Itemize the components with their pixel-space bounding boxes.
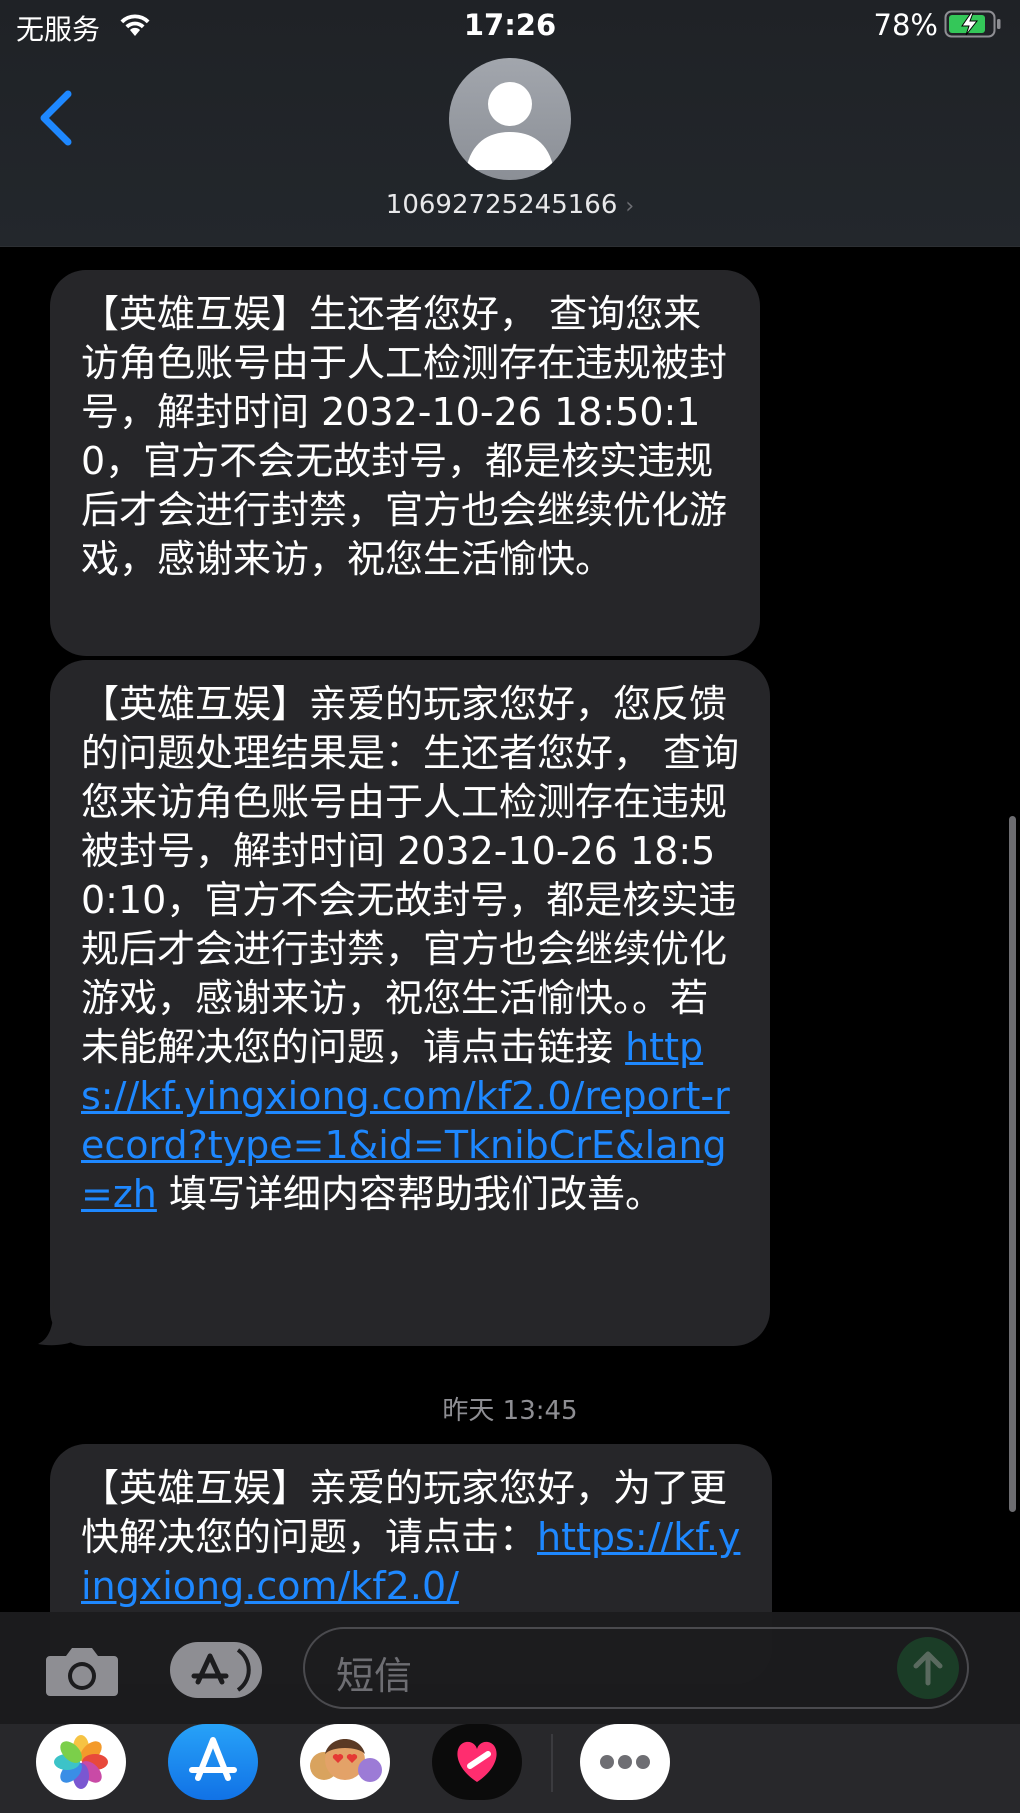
digital-touch-icon (457, 1741, 497, 1782)
message-bubble[interactable]: 【英雄互娱】亲爱的玩家您好，您反馈的问题处理结果是：生还者您好， 查询您来访角色… (50, 660, 770, 1346)
message-input[interactable]: 短信 (303, 1627, 969, 1709)
clock: 17:26 (463, 8, 557, 42)
message-text: 【英雄互娱】生还者您好， 查询您来访角色账号由于人工检测存在违规被封号，解封时间… (81, 292, 728, 581)
send-arrow-icon (913, 1651, 943, 1686)
memoji-app-button[interactable] (300, 1724, 390, 1800)
battery-percentage: 78% (873, 8, 938, 42)
app-drawer (0, 1724, 1020, 1813)
contact-details-button[interactable]: 10692725245166 › (0, 190, 1020, 220)
photos-app-button[interactable] (36, 1724, 126, 1800)
message-text: 【英雄互娱】亲爱的玩家您好，您反馈的问题处理结果是：生还者您好， 查询您来访角色… (81, 682, 740, 1069)
scroll-indicator[interactable] (1009, 816, 1016, 1512)
app-store-icon (189, 1737, 237, 1781)
send-button[interactable] (897, 1637, 959, 1699)
message-timestamp: 昨天 13:45 (442, 1396, 578, 1426)
status-bar: 无服务 17:26 78% (0, 0, 1020, 52)
back-chevron-icon[interactable] (34, 88, 80, 148)
battery-charging-icon (944, 10, 1001, 38)
contact-avatar[interactable] (449, 58, 571, 180)
message-placeholder: 短信 (336, 1654, 413, 1698)
more-icon (600, 1755, 650, 1769)
message-text: 填写详细内容帮助我们改善。 (156, 1172, 663, 1216)
person-silhouette-icon (466, 82, 554, 170)
photos-icon (54, 1735, 108, 1789)
camera-icon[interactable] (44, 1644, 120, 1698)
message-composer-bar: 短信 (0, 1612, 1020, 1724)
chevron-right-icon: › (625, 194, 635, 219)
app-store-icon (191, 1648, 251, 1692)
message-bubble[interactable]: 【英雄互娱】生还者您好， 查询您来访角色账号由于人工检测存在违规被封号，解封时间… (50, 270, 760, 656)
digital-touch-app-button[interactable] (432, 1724, 522, 1800)
app-store-app-button[interactable] (168, 1724, 258, 1800)
drawer-divider (551, 1734, 553, 1792)
memoji-icon (310, 1739, 382, 1782)
bubble-tail (38, 1300, 76, 1346)
app-store-button[interactable] (170, 1642, 262, 1698)
contact-number: 10692725245166 (385, 190, 618, 220)
conversation-header: 无服务 17:26 78% 10692725245166 › (0, 0, 1020, 247)
more-apps-button[interactable] (580, 1724, 670, 1800)
